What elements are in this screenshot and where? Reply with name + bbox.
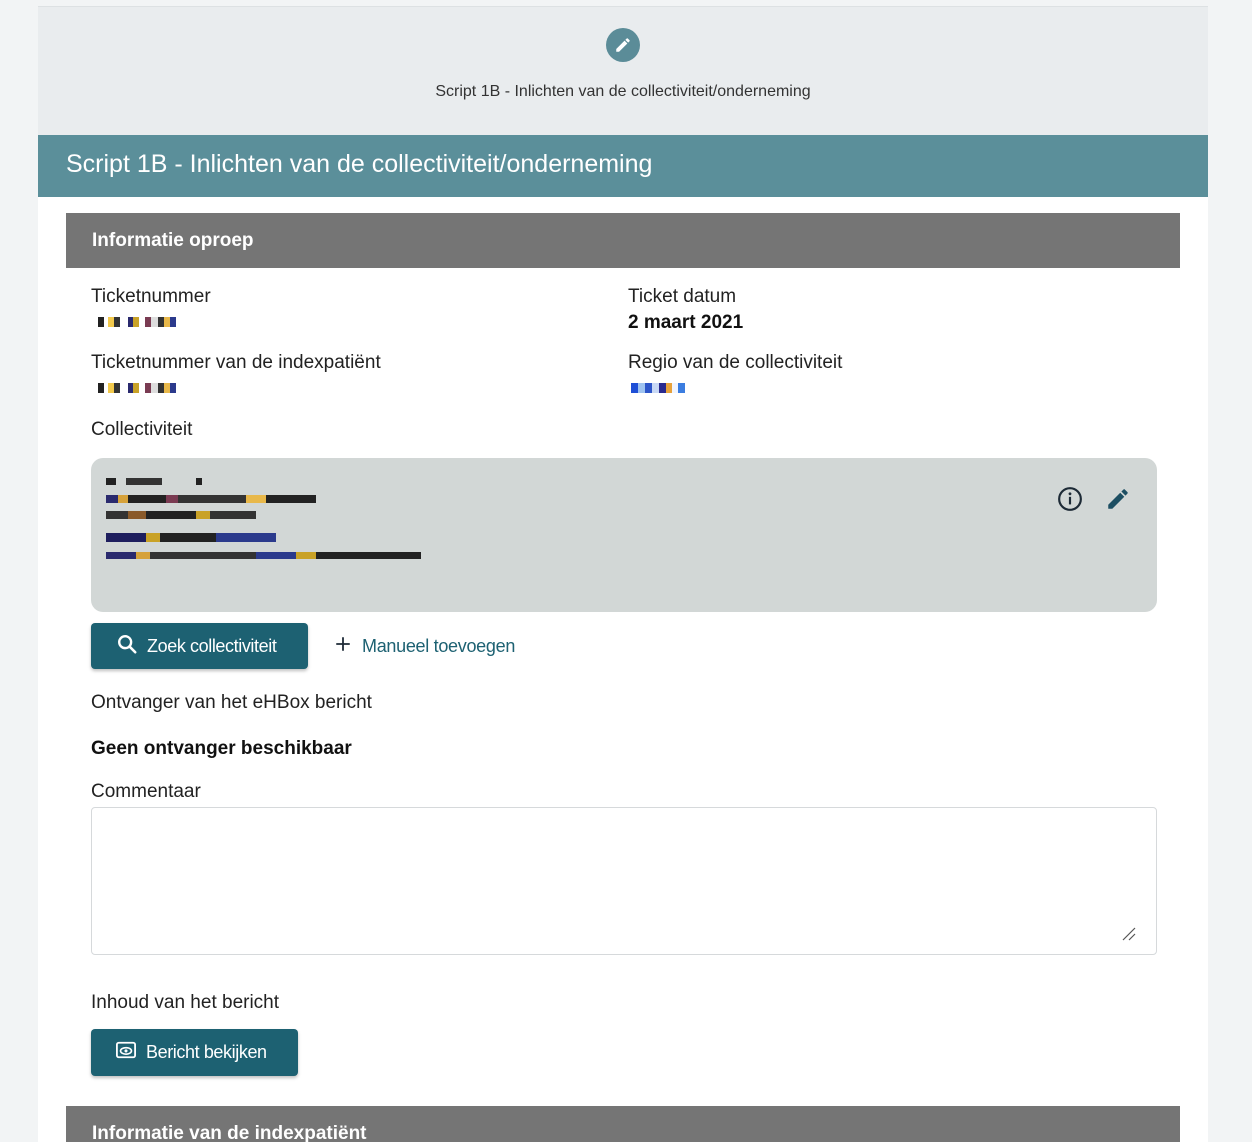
recipient-value: Geen ontvanger beschikbaar — [91, 738, 352, 759]
search-collectivity-button[interactable]: Zoek collectiviteit — [91, 623, 308, 669]
edit-icon[interactable] — [1105, 486, 1131, 517]
search-icon — [116, 633, 138, 660]
eye-icon — [115, 1040, 137, 1065]
ticket-number-value-redacted — [98, 317, 176, 327]
view-message-label: Bericht bekijken — [146, 1042, 267, 1062]
info-icon[interactable] — [1057, 486, 1083, 517]
add-manual-label: Manueel toevoegen — [362, 636, 516, 656]
search-collectivity-label: Zoek collectiviteit — [147, 635, 277, 656]
ticket-number-label: Ticketnummer — [91, 286, 211, 307]
region-value-redacted — [631, 383, 685, 393]
step-label: Script 1B - Inlichten van de collectivit… — [435, 83, 811, 100]
pencil-icon[interactable] — [606, 28, 640, 62]
content-label: Inhoud van het bericht — [91, 992, 280, 1013]
add-manual-link[interactable]: Manueel toevoegen — [334, 635, 515, 658]
step-header: Script 1B - Inlichten van de collectivit… — [38, 7, 1208, 135]
region-label: Regio van de collectiviteit — [628, 352, 843, 373]
page-frame: Script 1B - Inlichten van de collectivit… — [38, 6, 1208, 1142]
comment-label: Commentaar — [91, 781, 201, 802]
ticket-date-label: Ticket datum — [628, 286, 737, 307]
plus-icon — [334, 635, 352, 658]
comment-textarea[interactable] — [91, 807, 1157, 955]
page-title: Script 1B - Inlichten van de collectivit… — [38, 135, 1208, 197]
index-ticket-number-label: Ticketnummer van de indexpatiënt — [91, 352, 381, 373]
section-header-call: Informatie oproep — [66, 213, 1180, 268]
collectivity-details-redacted — [106, 478, 421, 559]
section-header-index-patient: Informatie van de indexpatiënt — [66, 1106, 1180, 1142]
collectivity-label: Collectiviteit — [91, 419, 193, 440]
ticket-date-value: 2 maart 2021 — [628, 312, 744, 333]
view-message-button[interactable]: Bericht bekijken — [91, 1029, 298, 1076]
index-ticket-number-value-redacted — [98, 383, 176, 393]
recipient-label: Ontvanger van het eHBox bericht — [91, 692, 372, 713]
resize-grip-icon[interactable] — [1120, 925, 1200, 1134]
collectivity-card — [91, 458, 1157, 612]
